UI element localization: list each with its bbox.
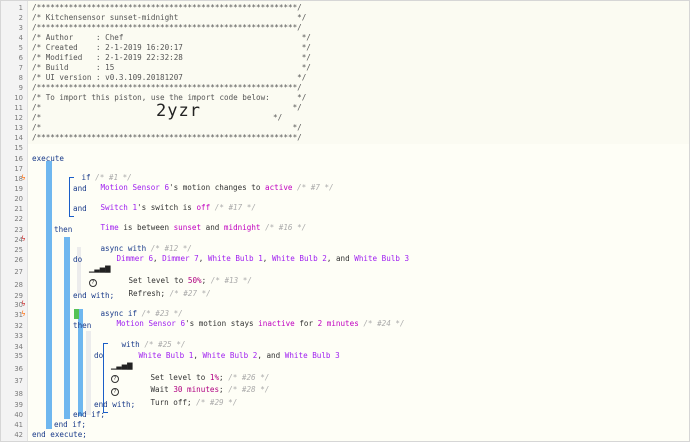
header-build: /* Build : 15 */ bbox=[32, 63, 311, 72]
line-number: 41 bbox=[14, 421, 23, 429]
value-active: active bbox=[265, 183, 293, 192]
line-number: 7 bbox=[18, 64, 23, 72]
end-if-keyword[interactable]: end if; bbox=[73, 410, 105, 419]
line-number: 33 bbox=[14, 332, 23, 340]
line-number: 12 bbox=[14, 114, 23, 122]
value-off: off bbox=[196, 203, 211, 212]
line-number: 1 bbox=[18, 4, 23, 12]
line-number: 31 bbox=[14, 311, 23, 319]
line-number: 14 bbox=[14, 134, 23, 142]
end-with-keyword[interactable]: end with; bbox=[73, 291, 114, 300]
line-number: 30 bbox=[14, 301, 23, 309]
line-number: 22 bbox=[14, 215, 23, 223]
line-number: 37 bbox=[14, 377, 23, 385]
line-number: 23 bbox=[14, 226, 23, 234]
line-number: 9 bbox=[18, 84, 23, 92]
line-number: 36 bbox=[14, 365, 23, 373]
line-number: 18 bbox=[14, 175, 23, 183]
question-icon: ? bbox=[111, 388, 119, 396]
line-number: 27 bbox=[14, 268, 23, 276]
line-number: 15 bbox=[14, 144, 23, 152]
question-icon: ? bbox=[111, 375, 119, 383]
header-border: /***************************************… bbox=[32, 3, 302, 12]
line-number: 16 bbox=[14, 155, 23, 163]
header-code-suffix: */ bbox=[273, 113, 283, 122]
line-number: 5 bbox=[18, 44, 23, 52]
line-number: 20 bbox=[14, 195, 23, 203]
execute-bar bbox=[46, 161, 52, 429]
line-number: 29 bbox=[14, 292, 23, 300]
line-number: 24 bbox=[14, 236, 23, 244]
and-operator[interactable]: and bbox=[73, 184, 87, 193]
line-number: 26 bbox=[14, 256, 23, 264]
inner-with-bar bbox=[86, 331, 91, 415]
line-number: 42 bbox=[14, 431, 23, 439]
line-number: 40 bbox=[14, 411, 23, 419]
then-keyword[interactable]: then bbox=[54, 225, 72, 234]
header-border: /***************************************… bbox=[32, 23, 302, 32]
question-icon: ? bbox=[89, 279, 97, 287]
do-keyword[interactable]: do bbox=[94, 351, 103, 360]
line-number: 4 bbox=[18, 34, 23, 42]
line-number: 35 bbox=[14, 352, 23, 360]
line-number: 34 bbox=[14, 343, 23, 351]
end-execute-keyword[interactable]: end execute; bbox=[32, 430, 87, 439]
header-author: /* Author : Chef */ bbox=[32, 33, 311, 42]
header-title: /* Kitchensensor sunset-midnight */ bbox=[32, 13, 307, 22]
value-sunset: sunset bbox=[173, 223, 202, 232]
line-number: 21 bbox=[14, 205, 23, 213]
import-code[interactable]: 2yzr bbox=[156, 103, 201, 120]
line-number: 11 bbox=[14, 104, 23, 112]
header-border: /***************************************… bbox=[32, 83, 302, 92]
end-with-keyword[interactable]: end with; bbox=[94, 400, 135, 409]
then-keyword[interactable]: then bbox=[73, 321, 91, 330]
execute-keyword[interactable]: execute bbox=[32, 154, 64, 163]
line-number: 6 bbox=[18, 54, 23, 62]
code-area: /***************************************… bbox=[28, 1, 689, 441]
line-number: 25 bbox=[14, 246, 23, 254]
trigger-bolt-icon: ϟ bbox=[21, 300, 26, 308]
device-time: Time bbox=[100, 223, 119, 232]
line-number: 3 bbox=[18, 24, 23, 32]
line-number: 32 bbox=[14, 322, 23, 330]
trigger-bolt-icon: ϟ bbox=[21, 174, 26, 182]
header-modified: /* Modified : 2-1-2019 22:32:28 */ bbox=[32, 53, 311, 62]
do-keyword[interactable]: do bbox=[73, 255, 82, 264]
header-blank: /* */ bbox=[32, 123, 302, 132]
header-created: /* Created : 2-1-2019 16:20:17 */ bbox=[32, 43, 311, 52]
line-number: 13 bbox=[14, 124, 23, 132]
task-turn-off[interactable]: Turn off; /* #29 */ bbox=[123, 389, 237, 416]
trigger-bolt-icon: ϟ bbox=[21, 310, 26, 318]
line-number: 2 bbox=[18, 14, 23, 22]
header-border: /***************************************… bbox=[32, 133, 302, 142]
header-ui-version: /* UI version : v0.3.109.20181207 */ bbox=[32, 73, 307, 82]
line-number: 17 bbox=[14, 165, 23, 173]
and-operator[interactable]: and bbox=[73, 204, 87, 213]
trigger-bolt-icon: ϟ bbox=[21, 235, 26, 243]
end-if-keyword[interactable]: end if; bbox=[54, 420, 86, 429]
line-number: 8 bbox=[18, 74, 23, 82]
value-midnight: midnight bbox=[223, 223, 261, 232]
device-motion-sensor-6: Motion Sensor 6 bbox=[100, 183, 170, 192]
then-bar bbox=[64, 237, 70, 419]
line-number: 10 bbox=[14, 94, 23, 102]
line-number: 39 bbox=[14, 401, 23, 409]
header-code-prefix: /* bbox=[32, 113, 42, 122]
piston-editor-frame: /***************************************… bbox=[0, 0, 690, 442]
line-number: 28 bbox=[14, 281, 23, 289]
line-number: 38 bbox=[14, 390, 23, 398]
line-number: 19 bbox=[14, 185, 23, 193]
device-switch-1: Switch 1 bbox=[100, 203, 138, 212]
